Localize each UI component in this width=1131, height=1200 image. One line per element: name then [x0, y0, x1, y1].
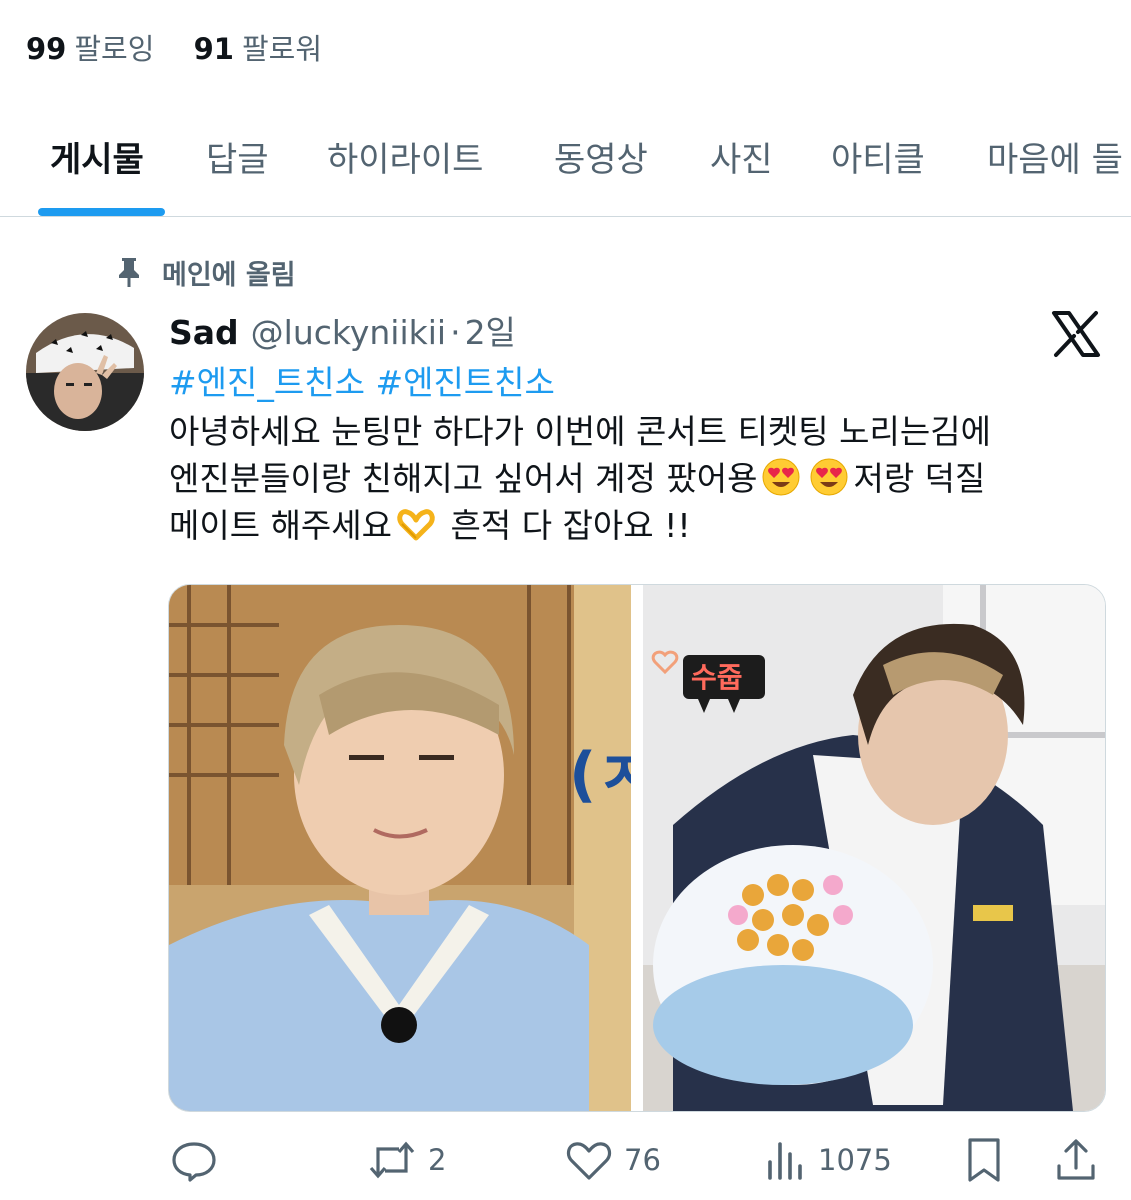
- like-button[interactable]: 76: [564, 1130, 661, 1190]
- bookmark-button[interactable]: [962, 1130, 1006, 1190]
- following-count: 99: [26, 32, 67, 66]
- tab-likes[interactable]: 마음에 들: [987, 132, 1123, 181]
- bookmark-icon: [968, 1138, 1000, 1182]
- tabs-divider: [0, 216, 1131, 217]
- active-tab-indicator: [38, 208, 165, 216]
- tab-posts[interactable]: 게시물: [50, 132, 144, 181]
- share-icon: [1057, 1139, 1095, 1180]
- post-text-line-1: 아녕하세요 눈팅만 하다가 이번에 콘서트 티켓팅 노리는김에: [169, 412, 991, 451]
- post-hashtags[interactable]: #엔진_트친소 #엔진트친소: [169, 356, 555, 404]
- meta-separator: ·: [450, 313, 461, 352]
- repost-button[interactable]: 2: [366, 1130, 446, 1190]
- tab-replies[interactable]: 답글: [206, 132, 269, 181]
- post-text-line-2: 엔진분들이랑 친해지고 싶어서 계정 팠어용 저랑 덕질: [169, 455, 1114, 502]
- tab-photos[interactable]: 사진: [710, 132, 773, 181]
- media-gap: [631, 585, 643, 1111]
- heart-hands-emoji: [397, 509, 435, 541]
- tab-articles[interactable]: 아티클: [831, 132, 925, 181]
- post-text-line-3a: 메이트 해주세요: [169, 506, 393, 545]
- post-actions: 2 76 1075: [0, 1130, 1131, 1190]
- repost-icon: [369, 1141, 415, 1179]
- following-label: 팔로잉: [74, 32, 155, 66]
- share-button[interactable]: [1054, 1130, 1098, 1190]
- tab-videos[interactable]: 동영상: [554, 132, 648, 181]
- avatar[interactable]: [26, 313, 144, 431]
- svg-text:(ㅈ: (ㅈ: [569, 740, 631, 810]
- reply-button[interactable]: [170, 1130, 228, 1190]
- follow-stats: 99 팔로잉 91 팔로워: [26, 26, 352, 68]
- post-text-line-2b: 저랑 덕질: [853, 459, 986, 498]
- display-name[interactable]: Sad: [169, 313, 239, 352]
- post-text-line-3b: 흔적 다 잡아요 !!: [440, 506, 691, 545]
- image-caption-text: 수줍: [691, 661, 743, 694]
- post-body: 아녕하세요 눈팅만 하다가 이번에 콘서트 티켓팅 노리는김에 엔진분들이랑 친…: [169, 408, 1114, 549]
- heart-eyes-emoji: [810, 458, 848, 496]
- media-image-right[interactable]: 수줍: [643, 585, 1105, 1111]
- like-icon: [566, 1142, 612, 1180]
- views-count: 1075: [818, 1143, 892, 1177]
- tab-highlights[interactable]: 하이라이트: [327, 132, 483, 181]
- media-image-left[interactable]: (ㅈ: [169, 585, 631, 1111]
- following-link[interactable]: 99 팔로잉: [26, 26, 154, 68]
- profile-tabs: 게시물 답글 하이라이트 동영상 사진 아티클 마음에 들: [0, 100, 1131, 216]
- followers-link[interactable]: 91 팔로워: [194, 26, 322, 68]
- x-logo-icon: [1052, 311, 1100, 357]
- followers-label: 팔로워: [241, 32, 323, 66]
- views-icon: [768, 1142, 802, 1180]
- followers-count: 91: [193, 32, 234, 66]
- repost-count: 2: [428, 1143, 447, 1177]
- avatar-image: [26, 313, 144, 431]
- pinned-label: 메인에 올림: [162, 259, 296, 291]
- post-text-line-2a: 엔진분들이랑 친해지고 싶어서 계정 팠어용: [169, 459, 758, 498]
- pin-icon: [119, 258, 139, 287]
- views-button[interactable]: 1075: [764, 1130, 892, 1190]
- like-count: 76: [624, 1143, 661, 1177]
- reply-icon: [172, 1142, 216, 1182]
- pinned-indicator: 메인에 올림: [116, 252, 296, 292]
- user-handle[interactable]: @luckyniikii: [251, 313, 446, 352]
- post-header: Sad @luckyniikii · 2일: [169, 306, 516, 354]
- post-time[interactable]: 2일: [465, 313, 516, 352]
- post-text-line-3: 메이트 해주세요 흔적 다 잡아요 !!: [169, 502, 1114, 549]
- post-media[interactable]: (ㅈ: [168, 584, 1106, 1112]
- heart-eyes-emoji: [762, 458, 800, 496]
